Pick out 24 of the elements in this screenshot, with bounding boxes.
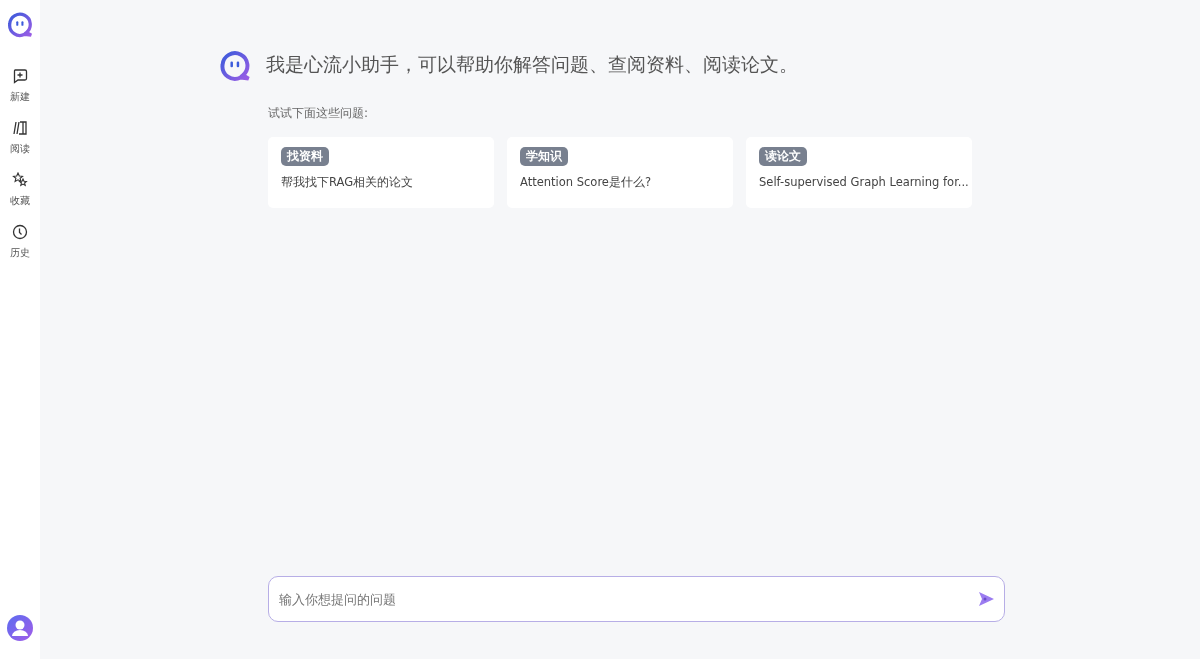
suggestion-text: Attention Score是什么? [520, 175, 652, 190]
clock-icon [12, 224, 28, 240]
suggestion-card[interactable]: 找资料 帮我找下RAG相关的论文 [268, 137, 494, 208]
suggestions-title: 试试下面这些问题: [268, 106, 369, 120]
send-icon[interactable] [977, 590, 995, 608]
suggestion-card[interactable]: 读论文 Self-supervised Graph Learning for... [746, 137, 972, 208]
avatar-icon[interactable] [7, 615, 33, 641]
suggestion-text: 帮我找下RAG相关的论文 [281, 175, 414, 190]
chat-plus-icon [12, 68, 28, 84]
suggestion-card[interactable]: 学知识 Attention Score是什么? [507, 137, 733, 208]
tag-label: 读论文 [759, 147, 807, 166]
books-icon [12, 120, 28, 136]
question-input[interactable]: 输入你想提问的问题 [268, 576, 1005, 622]
logo-icon [218, 48, 252, 82]
logo-icon [6, 10, 34, 38]
tag-label: 找资料 [281, 147, 329, 166]
stars-icon [12, 172, 28, 188]
sidebar-item[interactable]: 阅读 [10, 120, 30, 156]
sidebar-item[interactable]: 历史 [10, 224, 30, 260]
tag-label: 学知识 [520, 147, 568, 166]
suggestion-text: Self-supervised Graph Learning for... [759, 175, 969, 189]
greeting-text: 我是心流小助手，可以帮助你解答问题、查阅资料、阅读论文。 [266, 52, 798, 77]
sidebar-item[interactable]: 新建 [10, 68, 30, 104]
sidebar-item[interactable]: 收藏 [10, 172, 30, 208]
